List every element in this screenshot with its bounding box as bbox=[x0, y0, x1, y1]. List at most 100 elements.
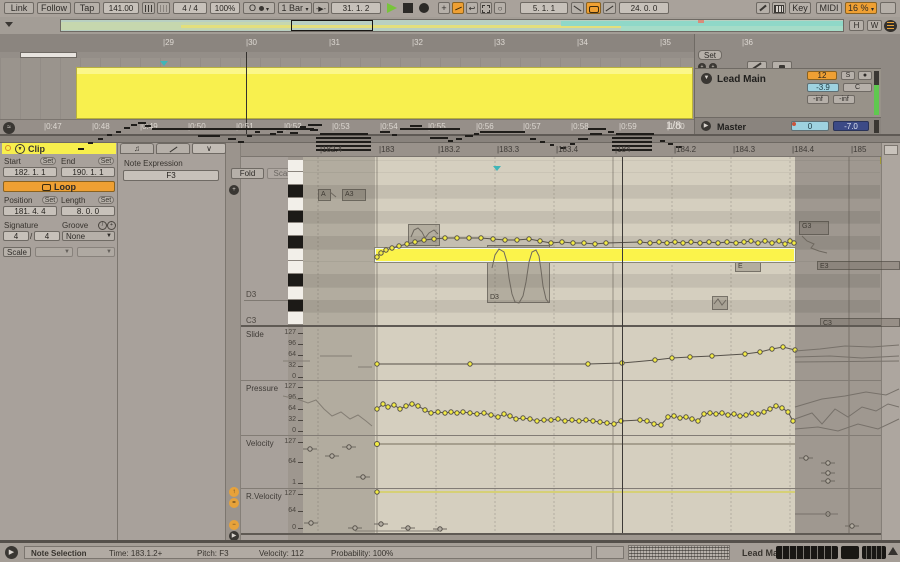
clip-fold-icon[interactable]: ▼ bbox=[15, 144, 25, 154]
overview-selection-box[interactable] bbox=[291, 20, 373, 31]
editor-beat-ruler[interactable] bbox=[241, 143, 900, 157]
toggle-detail-icon[interactable] bbox=[888, 547, 898, 555]
punch-in-button[interactable] bbox=[571, 2, 584, 14]
key-map-button[interactable]: Key bbox=[789, 2, 811, 14]
master-meter bbox=[874, 120, 879, 133]
track-name-master: Master bbox=[717, 122, 747, 132]
start-label: Start bbox=[4, 157, 21, 166]
collapse-arrangement-icon[interactable] bbox=[5, 22, 13, 27]
follow-button[interactable]: Follow bbox=[37, 2, 71, 14]
groove-amount-control[interactable]: O ▾ bbox=[243, 2, 275, 14]
scale-name-select[interactable]: ▼ bbox=[77, 247, 115, 257]
clip-title-bar[interactable]: ▼ Clip bbox=[2, 143, 116, 154]
clip-position-field[interactable]: 181. 4. 4 bbox=[3, 206, 57, 216]
midi-channel-box[interactable]: 12 bbox=[807, 71, 837, 80]
lane-pressure-icon[interactable]: = bbox=[229, 498, 239, 508]
clip-length-field[interactable]: 8. 0. 0 bbox=[61, 206, 115, 216]
master-preview-box[interactable]: 0 bbox=[791, 121, 829, 131]
dropdown-caret-icon: ▼ bbox=[106, 249, 112, 255]
time-signature-field[interactable]: 4 / 4 bbox=[173, 2, 207, 14]
arrangement-overview[interactable] bbox=[60, 19, 844, 32]
tab-notes[interactable]: ♫ bbox=[120, 143, 154, 154]
arrangement-loop-button[interactable] bbox=[586, 2, 601, 14]
draw-mode-button[interactable] bbox=[756, 2, 770, 14]
send-a-box[interactable]: -inf bbox=[807, 95, 829, 104]
note-expression-value[interactable]: F3 bbox=[123, 170, 219, 181]
count-in-button[interactable] bbox=[157, 2, 170, 14]
punch-out-button[interactable] bbox=[603, 2, 616, 14]
fold-track-button[interactable]: ▼ bbox=[701, 73, 712, 84]
tempo-field[interactable]: 141.00 bbox=[103, 2, 139, 14]
groove-hotswap-icon[interactable]: + bbox=[107, 221, 116, 230]
lane-slide-icon[interactable]: ↑ bbox=[229, 487, 239, 497]
clip-loop-button[interactable]: Loop bbox=[3, 181, 115, 192]
session-view-toggle[interactable] bbox=[884, 20, 897, 32]
set-position-button[interactable]: Set bbox=[42, 196, 58, 204]
tab-expression[interactable]: ∨ bbox=[192, 143, 226, 154]
midi-map-button[interactable]: MIDI bbox=[816, 2, 842, 14]
quantize-field[interactable]: 100% bbox=[210, 2, 240, 14]
master-volume-box[interactable]: -7.0 bbox=[833, 121, 869, 131]
dropdown-caret-icon: ▼ bbox=[106, 233, 112, 239]
quantization-menu[interactable]: 1 Bar ▾ bbox=[278, 2, 312, 14]
editor-loop-bar[interactable] bbox=[303, 157, 881, 164]
unfold-master-icon[interactable]: ▶ bbox=[701, 121, 711, 131]
send-b-box[interactable]: -inf bbox=[833, 95, 855, 104]
cpu-load-meter[interactable]: 16 % ▾ bbox=[845, 2, 877, 14]
editor-right-column[interactable] bbox=[881, 143, 900, 540]
arrangement-width-button[interactable]: W bbox=[867, 20, 882, 31]
view-splitter[interactable] bbox=[0, 134, 900, 143]
track-header-master[interactable]: ▶ Master 0 -7.0 bbox=[695, 117, 881, 134]
overdub-button[interactable]: + bbox=[438, 2, 450, 14]
track-header-lead[interactable]: ▼ Lead Main 12 S ● -3.9 C -inf -inf bbox=[695, 68, 881, 117]
pan-box[interactable]: C bbox=[843, 83, 872, 92]
show-info-icon[interactable]: ▶ bbox=[5, 546, 18, 559]
fold-button[interactable]: Fold bbox=[231, 168, 264, 179]
computer-midi-keyboard-button[interactable] bbox=[772, 2, 786, 14]
re-enable-automation-button[interactable]: ↩ bbox=[466, 2, 478, 14]
arrangement-time-ruler[interactable] bbox=[0, 119, 694, 135]
clip-activator-icon[interactable] bbox=[5, 145, 11, 151]
clip-panel: ▼ Clip Start Set End Set 182. 1. 1 190. … bbox=[0, 143, 118, 540]
set-start-button[interactable]: Set bbox=[40, 157, 56, 165]
scale-button[interactable]: Scale bbox=[267, 168, 300, 179]
record-button[interactable] bbox=[419, 3, 429, 13]
arrangement-height-button[interactable]: H bbox=[849, 20, 864, 31]
editor-insert-marker bbox=[493, 166, 501, 171]
expand-lanes-icon[interactable]: + bbox=[229, 185, 239, 195]
lane-rvelocity-icon[interactable]: − bbox=[229, 520, 239, 530]
set-button[interactable]: Set bbox=[698, 50, 722, 60]
hamburger-icon bbox=[887, 22, 894, 29]
clip-end-field[interactable]: 190. 1. 1 bbox=[61, 167, 115, 177]
stop-button[interactable] bbox=[403, 3, 413, 13]
session-record-button[interactable]: ○ bbox=[494, 2, 506, 14]
note-expression-panel: ♫ ∨ Note Expression F3 bbox=[118, 143, 226, 540]
midi-clip[interactable] bbox=[76, 67, 693, 119]
sig-denominator-field[interactable]: 4 bbox=[34, 231, 60, 241]
scale-root-select[interactable]: ▼ bbox=[35, 247, 73, 257]
smooth-scroll-icon[interactable]: ≈ bbox=[3, 122, 15, 134]
play-button[interactable] bbox=[387, 3, 397, 13]
groove-select[interactable]: None ▼ bbox=[62, 231, 115, 241]
arm-button[interactable]: ● bbox=[858, 71, 872, 80]
set-end-button[interactable]: Set bbox=[98, 157, 114, 165]
sig-numerator-field[interactable]: 4 bbox=[3, 231, 29, 241]
arrangement-position-field[interactable]: 31. 1. 2 bbox=[331, 2, 381, 14]
tab-envelopes[interactable] bbox=[156, 143, 190, 154]
solo-button[interactable]: S bbox=[841, 71, 855, 80]
automation-arm-button[interactable] bbox=[452, 2, 464, 14]
capture-midi-button[interactable] bbox=[480, 2, 492, 14]
set-length-button[interactable]: Set bbox=[98, 196, 114, 204]
tap-tempo-button[interactable]: Tap bbox=[74, 2, 100, 14]
arrangement-position-icon[interactable]: -▶- bbox=[313, 2, 329, 14]
groove-commit-icon[interactable]: / bbox=[98, 221, 107, 230]
loop-length-field[interactable]: 24. 0. 0 bbox=[619, 2, 669, 14]
zoom-handle[interactable] bbox=[884, 145, 898, 155]
insert-marker-top bbox=[160, 61, 168, 66]
volume-box[interactable]: -3.9 bbox=[807, 83, 839, 92]
scale-mode-button[interactable]: Scale bbox=[3, 247, 31, 257]
arrangement-loop-start[interactable]: 5. 1. 1 bbox=[520, 2, 568, 14]
metronome-button[interactable] bbox=[142, 2, 155, 14]
clip-start-field[interactable]: 182. 1. 1 bbox=[3, 167, 57, 177]
link-button[interactable]: Link bbox=[4, 2, 34, 14]
